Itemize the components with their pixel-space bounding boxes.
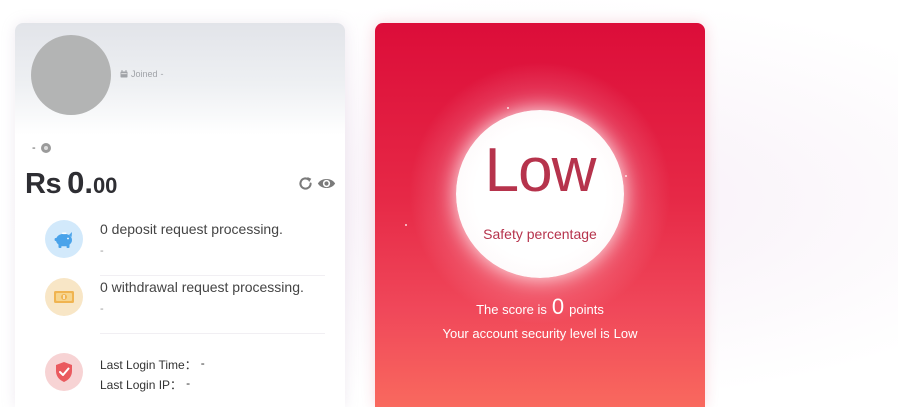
piggy-bank-icon: [54, 232, 72, 248]
score-value: 0: [551, 294, 565, 319]
joined-info: Joined -: [120, 69, 164, 79]
sparkle: [405, 224, 407, 226]
last-login-time-label: Last Login Time：: [100, 358, 197, 372]
calendar-icon: [120, 70, 128, 78]
withdrawal-icon-badge: [45, 278, 83, 316]
last-login-ip-value: -: [186, 376, 191, 390]
account-header: Joined -: [15, 23, 345, 135]
security-level-line: Your account security level is Low: [375, 326, 705, 341]
username: -: [32, 142, 36, 154]
last-login-time: Last Login Time： -: [100, 356, 205, 373]
level-value: Low: [613, 326, 638, 341]
refresh-icon[interactable]: [297, 175, 314, 192]
account-card: Joined - - Rs 0. 00 0 deposit request pr…: [15, 23, 345, 407]
shield-check-icon: [56, 362, 72, 382]
deposit-status: 0 deposit request processing.: [100, 221, 283, 237]
security-icon-badge: [45, 353, 83, 391]
eye-icon[interactable]: [317, 175, 336, 192]
divider: [100, 275, 325, 276]
last-login-time-value: -: [200, 356, 205, 370]
security-level: Low: [484, 136, 597, 205]
safety-gauge: Low Safety percentage: [456, 110, 624, 278]
withdrawal-detail: -: [100, 303, 104, 315]
cash-icon: [54, 291, 74, 303]
last-login-ip-label: Last Login IP：: [100, 378, 183, 392]
username-row: -: [32, 142, 51, 154]
score-line: The score is 0 points: [375, 294, 705, 320]
score-suffix: points: [569, 302, 604, 317]
score-prefix: The score is: [476, 302, 547, 317]
balance: Rs 0. 00: [25, 165, 117, 201]
user-badge-icon: [40, 143, 51, 153]
safety-label: Safety percentage: [483, 226, 597, 242]
balance-integer: 0.: [67, 165, 93, 200]
balance-currency: Rs: [25, 168, 62, 200]
divider: [100, 333, 325, 334]
sparkle: [625, 175, 627, 177]
last-login-ip: Last Login IP： -: [100, 376, 190, 393]
joined-label: Joined: [131, 69, 158, 79]
avatar[interactable]: [31, 35, 111, 115]
joined-value: -: [160, 69, 164, 79]
withdrawal-status: 0 withdrawal request processing.: [100, 279, 304, 295]
security-card: Low Safety percentage The score is 0 poi…: [375, 23, 705, 407]
balance-decimals: 00: [92, 173, 118, 198]
deposit-icon-badge: [45, 220, 83, 258]
sparkle: [507, 107, 509, 109]
deposit-detail: -: [100, 245, 104, 257]
level-prefix: Your account security level is: [442, 326, 610, 341]
